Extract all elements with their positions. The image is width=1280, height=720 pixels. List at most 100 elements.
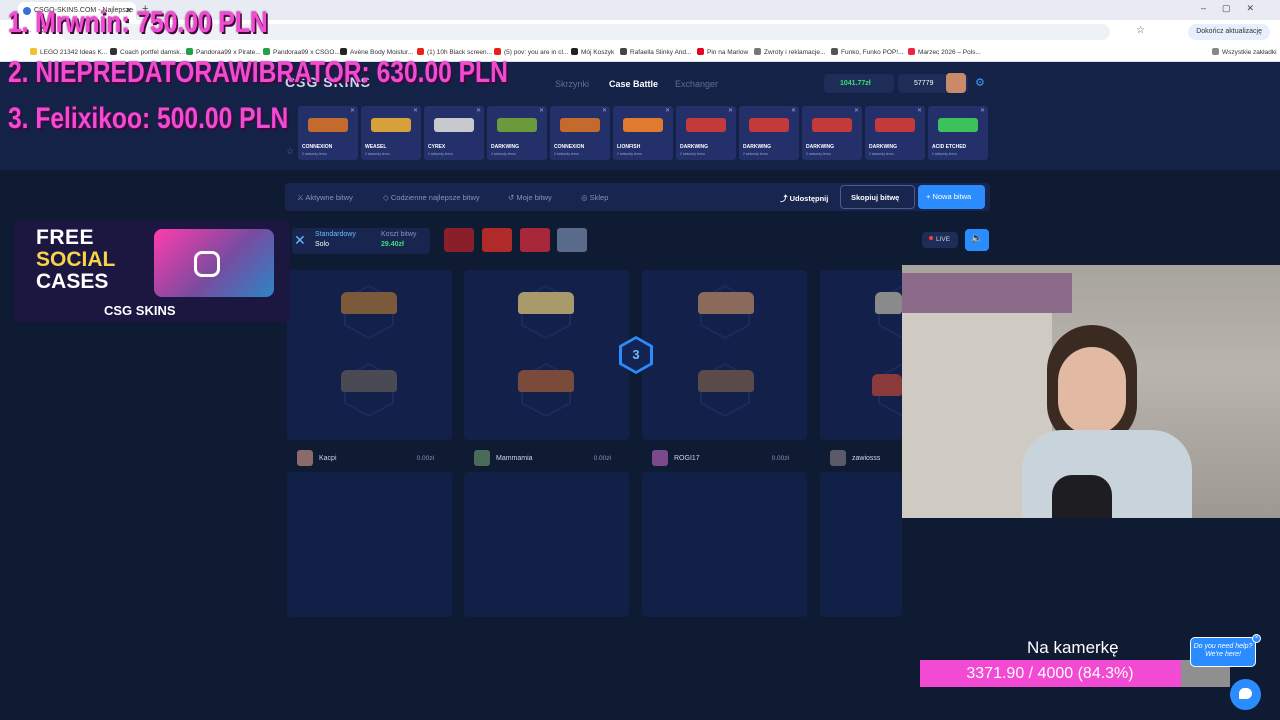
- bookmark-item[interactable]: Mój Koszyk: [571, 48, 614, 56]
- drop-close-icon[interactable]: ✕: [728, 107, 733, 114]
- bookmark-item[interactable]: Marzec 2026 – Pols...: [908, 48, 981, 56]
- live-drop-card[interactable]: ✕ DARKWING 2 sekundy temu: [487, 106, 547, 160]
- battle-mode-panel: ✕ Standardowy Solo Koszt bitwy 29.40zł: [292, 228, 430, 254]
- drop-close-icon[interactable]: ✕: [980, 107, 985, 114]
- help-bubble[interactable]: Do you need help? We're here!: [1190, 637, 1256, 667]
- live-drop-card[interactable]: ✕ CYREX 2 sekundy temu: [424, 106, 484, 160]
- battle-mode-sub: Solo: [315, 241, 330, 248]
- drop-time: 2 sekundy temu: [554, 152, 579, 156]
- bookmark-item[interactable]: Rafaella Slinky And...: [620, 48, 691, 56]
- drop-skin-name: CONNEXION: [302, 144, 333, 150]
- player-drops-column: [287, 472, 452, 617]
- pistol-skin: [341, 370, 397, 392]
- case-thumbnail[interactable]: [557, 228, 587, 252]
- drop-time: 2 sekundy temu: [617, 152, 642, 156]
- settings-gear-icon[interactable]: ⚙: [975, 76, 985, 89]
- bookmark-item[interactable]: Pin na Marlow: [697, 48, 748, 56]
- weapon-skin-image: [623, 118, 663, 132]
- live-drop-card[interactable]: ✕ DARKWING 2 sekundy temu: [739, 106, 799, 160]
- drop-skin-name: DARKWING: [491, 144, 520, 150]
- sound-toggle-icon[interactable]: 🔈: [965, 229, 989, 251]
- swords-icon: ✕: [294, 232, 306, 248]
- bookmark-item[interactable]: (1) 10h Black screen...: [417, 48, 492, 56]
- tab-shop[interactable]: ◎ Sklep: [581, 193, 608, 202]
- goal-progress-bar: 3371.90 / 4000 (84.3%): [920, 660, 1230, 687]
- drop-skin-name: DARKWING: [869, 144, 898, 150]
- pistol-skin: [518, 370, 574, 392]
- player-row[interactable]: Mammamia 0.00zł: [464, 447, 629, 469]
- player-name: zawiosss: [852, 455, 881, 462]
- tab-daily-best-battles[interactable]: ◇ Codzienne najlepsze bitwy: [383, 193, 480, 202]
- avatar: [297, 450, 313, 466]
- player-row[interactable]: zawiosss: [820, 447, 902, 469]
- tab-active-battles[interactable]: ⚔ Aktywne bitwy: [297, 193, 353, 202]
- nav-case-battle[interactable]: Case Battle: [609, 79, 658, 89]
- new-battle-button[interactable]: + Nowa bitwa: [918, 185, 985, 209]
- free-social-cases-banner[interactable]: FREE SOCIAL CASES CSG SKINS: [14, 221, 290, 322]
- live-drop-card[interactable]: ✕ DARKWING 2 sekundy temu: [802, 106, 862, 160]
- bookmark-item[interactable]: Avène Body Moistur...: [340, 48, 413, 56]
- pistol-skin: [341, 292, 397, 314]
- balance-value: 1041.77zł: [840, 80, 871, 87]
- leaderboard-entry: 2. NIEPREDATORAWIBRATOR: 630.00 PLN: [8, 56, 508, 89]
- live-drop-card[interactable]: ✕ WEASEL 2 sekundy temu: [361, 106, 421, 160]
- update-button[interactable]: Dokończ aktualizację: [1188, 24, 1270, 40]
- drop-close-icon[interactable]: ✕: [917, 107, 922, 114]
- bookmark-item[interactable]: (5) pov: you are in cl...: [494, 48, 568, 56]
- bookmark-star-icon[interactable]: ☆: [1136, 25, 1145, 36]
- tab-my-battles[interactable]: ↺ Moje bitwy: [508, 193, 552, 202]
- player-name: Mammamia: [496, 455, 533, 462]
- leaderboard-entry: 3. Felixikoo: 500.00 PLN: [8, 102, 289, 135]
- weapon-skin-image: [938, 118, 978, 132]
- player-row[interactable]: ROGI17 0.00zł: [642, 447, 807, 469]
- weapon-skin-image: [686, 118, 726, 132]
- drop-close-icon[interactable]: ✕: [791, 107, 796, 114]
- drop-close-icon[interactable]: ✕: [665, 107, 670, 114]
- copy-battle-button[interactable]: Skopiuj bitwę: [840, 185, 915, 209]
- pistol-skin: [875, 292, 902, 314]
- user-avatar[interactable]: [946, 73, 966, 93]
- player-drops-column: [642, 472, 807, 617]
- avatar: [830, 450, 846, 466]
- drop-close-icon[interactable]: ✕: [350, 107, 355, 114]
- bookmark-item[interactable]: Funko, Funko POP!...: [831, 48, 904, 56]
- close-help-icon[interactable]: ×: [1252, 634, 1261, 643]
- live-drop-card[interactable]: ✕ LIONFISH 2 sekundy temu: [613, 106, 673, 160]
- bookmark-item[interactable]: Pandoraa99 x CSGO...: [263, 48, 340, 56]
- favorite-star-icon[interactable]: ☆: [286, 146, 294, 157]
- drop-skin-name: DARKWING: [743, 144, 772, 150]
- case-thumbnail[interactable]: [482, 228, 512, 252]
- live-drop-card[interactable]: ✕ ACID ETCHED 2 sekundy temu: [928, 106, 988, 160]
- all-bookmarks-folder[interactable]: Wszystkie zakładki: [1212, 48, 1277, 56]
- share-button[interactable]: ⤴ Udostępnij: [780, 193, 828, 204]
- weapon-skin-image: [875, 118, 915, 132]
- nav-exchanger[interactable]: Exchanger: [675, 79, 718, 89]
- drop-close-icon[interactable]: ✕: [476, 107, 481, 114]
- drop-close-icon[interactable]: ✕: [539, 107, 544, 114]
- promo-line-1: FREE: [36, 226, 95, 249]
- drop-time: 2 sekundy temu: [932, 152, 957, 156]
- live-drop-card[interactable]: ✕ DARKWING 2 sekundy temu: [865, 106, 925, 160]
- nav-skrzynki[interactable]: Skrzynki: [555, 79, 589, 89]
- drop-close-icon[interactable]: ✕: [413, 107, 418, 114]
- player-row[interactable]: Kacpi 0.00zł: [287, 447, 452, 469]
- case-thumbnail[interactable]: [444, 228, 474, 252]
- wallet-balance[interactable]: 1041.77zł: [824, 74, 894, 93]
- chat-icon[interactable]: [1230, 679, 1261, 710]
- bookmark-item[interactable]: Pandoraa99 x Pirate...: [186, 48, 261, 56]
- streamer-webcam: [902, 265, 1280, 518]
- live-drop-card[interactable]: ✕ CONNEXION 2 sekundy temu: [298, 106, 358, 160]
- drop-close-icon[interactable]: ✕: [602, 107, 607, 114]
- bookmark-item[interactable]: Coach portfel damsk...: [110, 48, 185, 56]
- window-controls[interactable]: –▢✕: [1201, 3, 1270, 14]
- case-thumbnail[interactable]: [520, 228, 550, 252]
- drop-close-icon[interactable]: ✕: [854, 107, 859, 114]
- live-drop-card[interactable]: ✕ CONNEXION 2 sekundy temu: [550, 106, 610, 160]
- drop-skin-name: CONNEXION: [554, 144, 585, 150]
- bookmark-item[interactable]: LEGO 21342 Ideas K...: [30, 48, 107, 56]
- bookmark-item[interactable]: Zwroty i reklamacje...: [754, 48, 825, 56]
- drop-time: 2 sekundy temu: [302, 152, 327, 156]
- pistol-skin: [518, 292, 574, 314]
- live-drop-card[interactable]: ✕ DARKWING 2 sekundy temu: [676, 106, 736, 160]
- battle-cost: 29.40zł: [381, 241, 404, 248]
